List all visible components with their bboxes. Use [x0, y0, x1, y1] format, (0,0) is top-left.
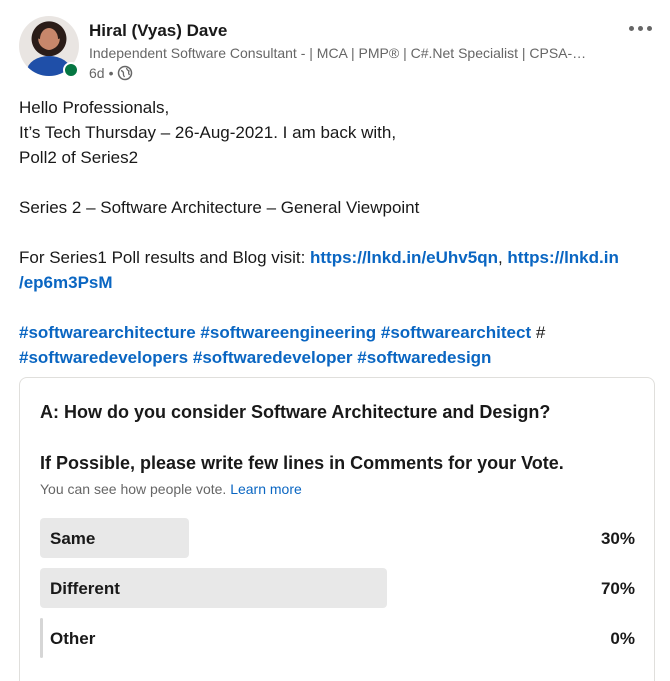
author-name[interactable]: Hiral (Vyas) Dave [89, 21, 227, 41]
hashtag-link[interactable]: #softwaredevelopers [19, 348, 188, 367]
hashtag-link[interactable]: #softwarearchitect [381, 323, 531, 342]
post-meta: 6d • [89, 65, 133, 81]
globe-icon [118, 65, 133, 81]
poll-option-percent: 70% [600, 579, 635, 598]
link-series1-b-continued[interactable]: /ep6m3PsM [19, 273, 113, 292]
poll-option-percent: 30% [600, 529, 635, 548]
poll-option-label: Other [50, 629, 96, 648]
meta-separator: • [108, 65, 114, 81]
poll-note-text: You can see how people vote. [40, 481, 227, 497]
hashtag-row: #softwaredevelopers #softwaredeveloper #… [19, 345, 639, 370]
link-separator: , [497, 248, 508, 267]
post-line: /ep6m3PsM [19, 270, 639, 295]
poll-option-label: Same [50, 529, 96, 548]
hashtag-link[interactable]: #softwaredeveloper [193, 348, 353, 367]
hashtag-link[interactable]: #softwarearchitecture [19, 323, 196, 342]
link-series1-b[interactable]: https://lnkd.in [507, 248, 618, 267]
hashtag-link[interactable]: #softwareengineering [200, 323, 376, 342]
poll-option-other[interactable]: Other 0% [40, 618, 636, 658]
hashtag-trailing: # [531, 323, 546, 342]
post-line: For Series1 Poll results and Blog visit:… [19, 245, 639, 270]
hashtag-row: #softwarearchitecture #softwareengineeri… [19, 320, 639, 345]
hashtag-link[interactable]: #softwaredesign [357, 348, 491, 367]
post-line: Hello Professionals, [19, 98, 170, 117]
poll-option-different[interactable]: Different 70% [40, 568, 636, 608]
poll-option-percent: 0% [610, 629, 635, 648]
post-time: 6d [89, 65, 105, 81]
learn-more-link[interactable]: Learn more [230, 481, 302, 497]
poll-question: A: How do you consider Software Architec… [40, 402, 551, 422]
online-status-indicator [63, 62, 79, 78]
poll-visibility-note: You can see how people vote. Learn more [40, 481, 302, 497]
post-line: It’s Tech Thursday – 26-Aug-2021. I am b… [19, 123, 397, 142]
poll-result-bar [40, 618, 43, 658]
post-line: Series 2 – Software Architecture – Gener… [19, 198, 420, 217]
post-body: Hello Professionals, It’s Tech Thursday … [19, 95, 639, 370]
links-intro: For Series1 Poll results and Blog visit: [19, 248, 311, 267]
feed-post-card: Hiral (Vyas) Dave Independent Software C… [0, 0, 670, 681]
avatar-face [40, 28, 58, 50]
poll-option-same[interactable]: Same 30% [40, 518, 636, 558]
link-series1-a[interactable]: https://lnkd.in/eUhv5qn [310, 248, 498, 267]
poll-option-label: Different [50, 579, 120, 598]
post-line: Poll2 of Series2 [19, 148, 139, 167]
poll-card: A: How do you consider Software Architec… [19, 377, 655, 681]
author-headline: Independent Software Consultant - | MCA … [89, 45, 587, 61]
poll-subquestion: If Possible, please write few lines in C… [40, 453, 564, 473]
more-options-icon[interactable] [624, 18, 656, 38]
